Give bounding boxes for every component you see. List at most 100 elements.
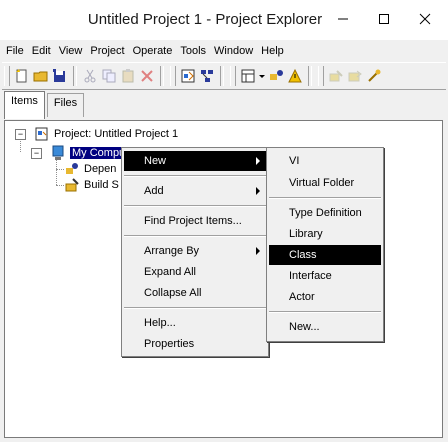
tools-button[interactable] <box>365 67 383 85</box>
menu-view[interactable]: View <box>55 45 87 57</box>
build-specifications-label: Build S <box>84 179 119 191</box>
menu-file[interactable]: File <box>0 45 28 57</box>
paste-button[interactable] <box>119 67 137 85</box>
toolbar-separator <box>308 66 312 86</box>
tree-connector <box>56 185 64 186</box>
hierarchy-button[interactable] <box>198 67 216 85</box>
menu-help[interactable]: Help <box>257 45 288 57</box>
collapse-icon[interactable]: − <box>31 147 42 159</box>
my-computer-label: My Compu <box>70 147 128 159</box>
menu-separator <box>124 235 266 237</box>
context-menu-find-project-items[interactable]: Find Project Items... <box>124 211 266 231</box>
build-specifications-icon <box>64 177 80 193</box>
tree-row-my-computer[interactable]: − My Compu <box>31 145 128 161</box>
maximize-icon <box>379 14 389 24</box>
context-menu-collapse-all[interactable]: Collapse All <box>124 283 266 303</box>
dependencies-button[interactable] <box>267 67 285 85</box>
submenu-arrow-icon <box>256 157 260 165</box>
new-button[interactable] <box>13 67 31 85</box>
menu-separator <box>269 311 381 313</box>
title-bar: Untitled Project 1 - Project Explorer <box>0 0 448 40</box>
toolbar-separator <box>220 66 224 86</box>
dependencies-label: Depen <box>84 163 117 175</box>
copy-icon <box>102 69 116 83</box>
tree-row-project[interactable]: − Project: Untitled Project 1 <box>15 126 178 142</box>
close-button[interactable] <box>410 6 440 32</box>
hierarchy-icon <box>201 70 213 82</box>
submenu-library[interactable]: Library <box>269 224 381 244</box>
project-icon <box>34 126 50 142</box>
save-all-button[interactable] <box>51 67 69 85</box>
cut-icon <box>84 69 96 83</box>
submenu-interface[interactable]: Interface <box>269 266 381 286</box>
context-menu-expand-all[interactable]: Expand All <box>124 262 266 282</box>
view-options-button[interactable] <box>239 67 257 85</box>
save-icon <box>53 69 65 82</box>
context-menu-properties[interactable]: Properties <box>124 334 266 354</box>
menu-window[interactable]: Window <box>210 45 257 57</box>
toolbar-grip[interactable] <box>4 66 10 86</box>
submenu-arrow-icon <box>256 187 260 195</box>
toolbar <box>2 62 446 90</box>
menu-separator <box>124 205 266 207</box>
minimize-button[interactable] <box>328 6 358 32</box>
build-button[interactable] <box>327 67 345 85</box>
project-label: Project: Untitled Project 1 <box>54 128 179 140</box>
menu-operate[interactable]: Operate <box>129 45 177 57</box>
warning-button[interactable] <box>286 67 304 85</box>
menu-separator <box>124 175 266 177</box>
menu-tools[interactable]: Tools <box>176 45 210 57</box>
tree-connector <box>56 159 57 185</box>
project-icon <box>181 69 195 83</box>
tab-items[interactable]: Items <box>4 91 45 119</box>
menu-bar: File Edit View Project Operate Tools Win… <box>0 42 448 60</box>
submenu-type-definition[interactable]: Type Definition <box>269 203 381 223</box>
toolbar-separator <box>73 66 77 86</box>
context-menu: New Add Find Project Items... Arrange By… <box>121 147 269 357</box>
cut-button[interactable] <box>81 67 99 85</box>
tab-strip: Items Files <box>4 91 86 119</box>
deploy-button[interactable] <box>346 67 364 85</box>
open-button[interactable] <box>32 67 50 85</box>
menu-project[interactable]: Project <box>86 45 128 57</box>
submenu-class[interactable]: Class <box>269 245 381 265</box>
toolbar-grip[interactable] <box>318 66 324 86</box>
delete-button[interactable] <box>138 67 156 85</box>
minimize-icon <box>338 18 348 20</box>
view-dropdown-button[interactable] <box>258 67 266 85</box>
context-menu-arrange-by[interactable]: Arrange By <box>124 241 266 261</box>
submenu-new-dialog[interactable]: New... <box>269 317 381 337</box>
maximize-button[interactable] <box>369 6 399 32</box>
tree-connector <box>56 169 64 170</box>
collapse-icon[interactable]: − <box>15 128 26 140</box>
submenu-vi[interactable]: VI <box>269 151 381 171</box>
tree-row-dependencies[interactable]: Depen <box>64 161 116 177</box>
build-icon <box>329 70 343 82</box>
tree-row-build-specifications[interactable]: Build S <box>64 177 119 193</box>
menu-edit[interactable]: Edit <box>28 45 55 57</box>
context-menu-add[interactable]: Add <box>124 181 266 201</box>
submenu-virtual-folder[interactable]: Virtual Folder <box>269 173 381 193</box>
copy-button[interactable] <box>100 67 118 85</box>
toolbar-grip[interactable] <box>230 66 236 86</box>
new-submenu: VI Virtual Folder Type Definition Librar… <box>266 147 384 342</box>
computer-icon <box>50 145 66 161</box>
chevron-down-icon <box>259 75 265 78</box>
context-menu-help[interactable]: Help... <box>124 313 266 333</box>
paste-icon <box>122 69 134 83</box>
delete-icon <box>141 70 153 82</box>
menu-separator <box>124 307 266 309</box>
dependencies-icon <box>64 161 80 177</box>
submenu-arrow-icon <box>256 247 260 255</box>
toolbar-separator <box>160 66 164 86</box>
context-menu-new[interactable]: New <box>124 151 266 171</box>
tab-files[interactable]: Files <box>46 93 85 117</box>
toolbar-grip[interactable] <box>170 66 176 86</box>
submenu-actor[interactable]: Actor <box>269 287 381 307</box>
tools-icon <box>368 69 381 82</box>
close-icon <box>419 13 431 25</box>
open-folder-icon <box>33 71 48 82</box>
menu-separator <box>269 197 381 199</box>
project-button[interactable] <box>179 67 197 85</box>
new-file-icon <box>16 69 27 83</box>
